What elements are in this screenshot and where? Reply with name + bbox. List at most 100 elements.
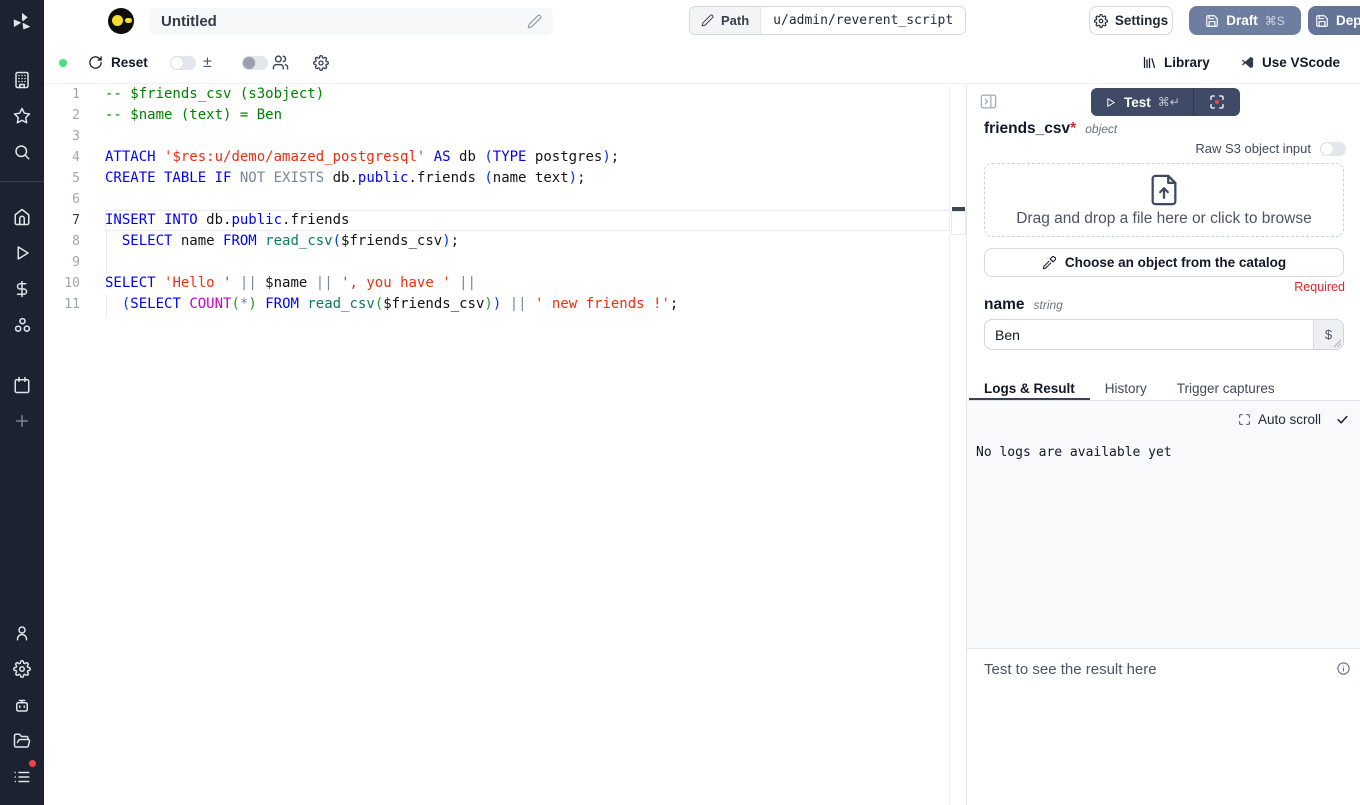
code-line[interactable]: SELECT name FROM read_csv($friends_csv); [105,231,678,252]
library-button[interactable]: Library [1142,42,1210,83]
folders-icon[interactable] [0,727,44,755]
name-input[interactable] [985,320,1311,349]
path-value[interactable]: u/admin/reverent_script [761,7,965,34]
autoscroll-checkmark-icon[interactable] [1336,413,1349,426]
tab-logs-result[interactable]: Logs & Result [969,378,1090,400]
create-plus-icon[interactable] [0,407,44,435]
draft-button[interactable]: Draft ⌘S [1189,6,1301,35]
topbar: Untitled Path u/admin/reverent_script Se… [44,0,1360,42]
reset-button[interactable]: Reset [88,42,148,83]
editor-settings-gear-icon[interactable] [313,42,329,83]
code-line[interactable]: -- $friends_csv (s3object) [105,84,678,105]
collaborators-users-icon[interactable] [272,42,289,83]
settings-gear-icon[interactable] [0,655,44,683]
draft-shortcut: ⌘S [1265,14,1285,28]
arg-name: name [984,296,1025,314]
resources-icon[interactable] [0,311,44,339]
code-lines[interactable]: -- $friends_csv (s3object)-- $name (text… [105,84,678,315]
code-line[interactable]: CREATE TABLE IF NOT EXISTS db.public.fri… [105,168,678,189]
search-icon[interactable] [0,138,44,166]
status-green-dot [59,59,67,67]
logs-empty-text: No logs are available yet [976,445,1172,460]
path-button[interactable]: Path [690,7,761,34]
test-shortcut: ⌘↵ [1158,95,1180,109]
line-number[interactable]: 11 [44,294,80,315]
tab-trigger-captures[interactable]: Trigger captures [1162,378,1290,400]
line-number[interactable]: 1 [44,84,80,105]
user-icon[interactable] [0,619,44,647]
overview-ruler-border [949,84,950,805]
overview-ruler-box [951,211,966,235]
code-line[interactable] [105,189,678,210]
audit-logs-list-icon[interactable] [0,763,44,791]
script-title-input[interactable]: Untitled [149,8,553,35]
arg-friends-csv-header: friends_csv* object [984,120,1117,138]
resize-handle[interactable] [1333,339,1342,348]
result-placeholder: Test to see the result here [984,661,1157,678]
capture-button[interactable] [1193,88,1240,116]
settings-button[interactable]: Settings [1089,6,1173,35]
test-button[interactable]: Test ⌘↵ [1091,88,1193,116]
code-line[interactable]: SELECT 'Hello ' || $name || ', you have … [105,273,678,294]
favorites-star-icon[interactable] [0,102,44,130]
line-number[interactable]: 10 [44,273,80,294]
capture-focus-icon [1209,94,1225,110]
diff-plusminus-icon[interactable]: ± [203,42,212,83]
duckdb-language-icon [108,8,134,34]
use-vscode-button[interactable]: Use VScode [1240,42,1340,83]
line-number[interactable]: 2 [44,105,80,126]
arg-type: string [1034,298,1063,312]
dropzone-text: Drag and drop a file here or click to br… [1016,210,1312,228]
draft-label: Draft [1226,13,1258,28]
deploy-button[interactable]: Deploy [1308,6,1360,35]
line-number[interactable]: 9 [44,252,80,273]
home-icon[interactable] [0,203,44,231]
required-text: Required [1294,280,1345,294]
line-number[interactable]: 4 [44,147,80,168]
code-line[interactable]: ATTACH '$res:u/demo/amazed_postgresql' A… [105,147,678,168]
name-input-wrap: $ [984,319,1344,350]
code-line[interactable] [105,252,678,273]
collapse-panel-icon[interactable] [979,92,998,111]
line-number[interactable]: 3 [44,126,80,147]
variables-dollar-icon[interactable] [0,275,44,303]
toolbar-toggle-2[interactable] [242,56,268,70]
assistant-robot-icon[interactable] [0,691,44,719]
line-number[interactable]: 7 [44,210,80,231]
test-label: Test [1124,95,1151,110]
code-line[interactable]: -- $name (text) = Ben [105,105,678,126]
vscode-label: Use VScode [1262,55,1340,70]
play-icon [1104,96,1117,109]
arg-type: object [1085,122,1117,136]
line-number[interactable]: 6 [44,189,80,210]
toolbar-toggle-1[interactable] [170,56,196,70]
code-line[interactable]: INSERT INTO db.public.friends [105,210,678,231]
runs-play-icon[interactable] [0,239,44,267]
code-line[interactable] [105,126,678,147]
line-number[interactable]: 8 [44,231,80,252]
choose-object-button[interactable]: Choose an object from the catalog [984,248,1344,277]
library-icon [1142,55,1157,70]
choose-object-label: Choose an object from the catalog [1065,255,1286,270]
path-control[interactable]: Path u/admin/reverent_script [689,6,966,35]
app: { "topbar": { "title": "Untitled", "path… [0,0,1360,805]
raw-s3-row: Raw S3 object input [1195,141,1346,156]
info-icon[interactable] [1336,661,1351,676]
line-number[interactable]: 5 [44,168,80,189]
autoscroll-control[interactable]: Auto scroll [1238,412,1349,427]
workspace-icon[interactable] [0,66,44,94]
tab-history[interactable]: History [1090,378,1162,400]
autoscroll-label: Auto scroll [1258,412,1321,427]
code-editor[interactable]: 1234567891011 -- $friends_csv (s3object)… [44,84,966,805]
raw-s3-toggle[interactable] [1320,142,1346,156]
vscode-icon [1240,55,1255,70]
file-dropzone[interactable]: Drag and drop a file here or click to br… [984,163,1344,237]
windmill-logo-icon[interactable] [0,9,44,35]
expand-icon[interactable] [1238,413,1251,426]
logs-panel: Auto scroll No logs are available yet [967,401,1360,648]
sidebar-divider [0,181,44,182]
edit-title-pencil-icon[interactable] [527,14,542,29]
code-line[interactable]: (SELECT COUNT(*) FROM read_csv($friends_… [105,294,678,315]
schedules-calendar-icon[interactable] [0,371,44,399]
settings-label: Settings [1115,13,1168,28]
